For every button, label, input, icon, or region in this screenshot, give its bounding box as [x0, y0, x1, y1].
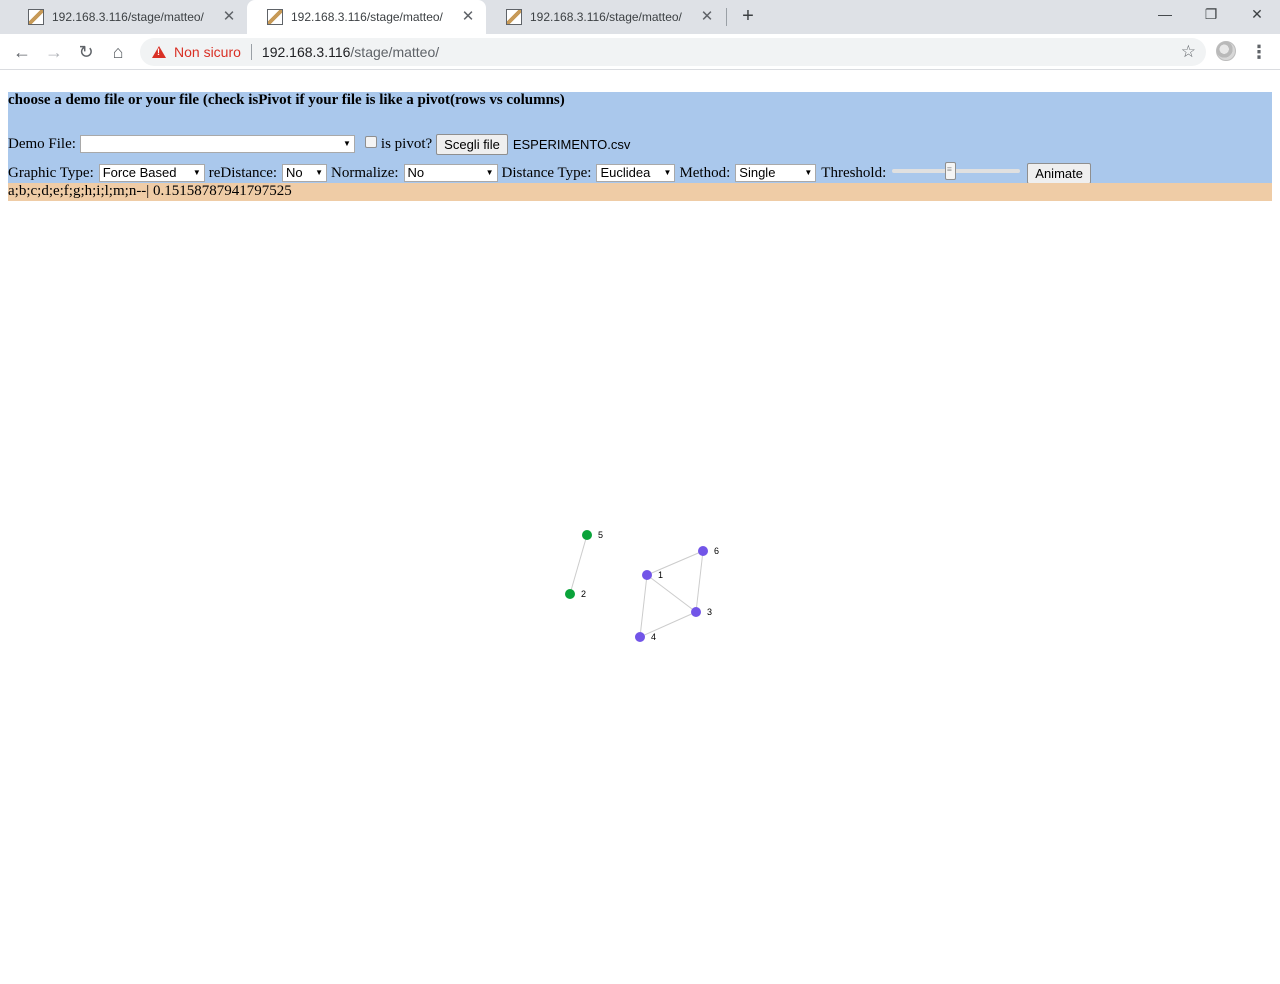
slider-thumb[interactable]: [944, 162, 956, 180]
threshold-label: Threshold:: [821, 164, 887, 181]
graph-link: [569, 534, 588, 595]
reload-icon[interactable]: ↻: [74, 40, 98, 64]
page-favicon-icon: [28, 9, 44, 25]
graphic-type-label: Graphic Type:: [8, 164, 94, 181]
browser-menu-icon[interactable]: ⋮: [1250, 41, 1268, 63]
controls-panel: choose a demo file or your file (check i…: [8, 92, 1272, 184]
close-tab-icon[interactable]: ✕: [460, 9, 476, 25]
graph-node-label: 3: [707, 607, 712, 617]
slider-track: [892, 169, 1021, 173]
threshold-slider[interactable]: [892, 162, 1021, 184]
graph-node[interactable]: [635, 632, 645, 642]
close-tab-icon[interactable]: ✕: [699, 9, 715, 25]
restore-window-icon[interactable]: ❐: [1188, 0, 1234, 30]
is-pivot-checkbox[interactable]: [364, 136, 377, 148]
normalize-label: Normalize:: [331, 164, 399, 181]
page-favicon-icon: [506, 9, 522, 25]
tab-title: 192.168.3.116/stage/matteo/: [530, 10, 682, 24]
options-row: Graphic Type: Force Based reDistance: No…: [8, 162, 1091, 184]
tab-title: 192.168.3.116/stage/matteo/: [52, 10, 204, 24]
omnibox-divider: [250, 44, 252, 60]
redistance-label: reDistance:: [208, 164, 278, 181]
security-status[interactable]: Non sicuro: [174, 44, 241, 60]
graph-node[interactable]: [698, 546, 708, 556]
graph-node-label: 4: [651, 632, 656, 642]
graph-node-label: 5: [598, 530, 603, 540]
distance-type-select[interactable]: Euclidea: [596, 164, 676, 182]
tab-strip: 192.168.3.116/stage/matteo/ ✕ 192.168.3.…: [0, 0, 1280, 34]
close-tab-icon[interactable]: ✕: [221, 9, 237, 25]
graph-link: [695, 550, 704, 613]
graph-node-label: 2: [581, 589, 586, 599]
demo-file-select[interactable]: [79, 135, 355, 153]
home-icon[interactable]: ⌂: [106, 40, 130, 64]
graph-link: [639, 574, 648, 638]
page-favicon-icon: [267, 9, 283, 25]
tab-divider: [726, 8, 727, 26]
chosen-file-name: ESPERIMENTO.csv: [512, 136, 631, 152]
tab-1[interactable]: 192.168.3.116/stage/matteo/ ✕: [8, 0, 247, 34]
url-host: 192.168.3.116: [261, 44, 351, 60]
graph-link: [646, 574, 697, 613]
graph-node[interactable]: [565, 589, 575, 599]
is-pivot-label: is pivot?: [380, 135, 433, 152]
warning-icon: [152, 46, 166, 58]
tab-2[interactable]: 192.168.3.116/stage/matteo/ ✕: [247, 0, 486, 34]
minimize-window-icon[interactable]: —: [1142, 0, 1188, 30]
graph-link: [646, 550, 704, 576]
bookmark-star-icon[interactable]: ☆: [1181, 42, 1196, 62]
browser-toolbar: ← → ↻ ⌂ Non sicuro 192.168.3.116 /stage/…: [0, 34, 1280, 70]
animate-button[interactable]: Animate: [1027, 162, 1091, 184]
address-bar[interactable]: Non sicuro 192.168.3.116 /stage/matteo/ …: [140, 38, 1206, 66]
new-tab-button[interactable]: +: [737, 5, 759, 27]
graph-node-label: 6: [714, 546, 719, 556]
graph-node[interactable]: [691, 607, 701, 617]
distance-type-label: Distance Type:: [501, 164, 592, 181]
method-label: Method:: [679, 164, 731, 181]
forward-icon[interactable]: →: [42, 40, 66, 64]
redistance-select[interactable]: No: [282, 164, 328, 182]
page-heading: choose a demo file or your file (check i…: [8, 92, 565, 108]
file-row: Demo File: is pivot? Scegli file ESPERIM…: [8, 133, 630, 155]
back-icon[interactable]: ←: [10, 40, 34, 64]
profile-avatar-icon[interactable]: [1216, 41, 1236, 61]
graph-link: [639, 611, 697, 638]
tab-title: 192.168.3.116/stage/matteo/: [291, 10, 443, 24]
demo-file-label: Demo File:: [8, 135, 76, 152]
close-window-icon[interactable]: ✕: [1234, 0, 1280, 30]
graph-node[interactable]: [642, 570, 652, 580]
method-select[interactable]: Single: [735, 164, 817, 182]
graphic-type-select[interactable]: Force Based: [98, 164, 205, 182]
graph-node-label: 1: [658, 570, 663, 580]
tab-3[interactable]: 192.168.3.116/stage/matteo/ ✕: [486, 0, 725, 34]
graph-node[interactable]: [582, 530, 592, 540]
result-output: a;b;c;d;e;f;g;h;i;l;m;n--| 0.15158787941…: [8, 183, 1272, 201]
url-path: /stage/matteo/: [350, 44, 440, 60]
choose-file-button[interactable]: Scegli file: [436, 133, 508, 155]
normalize-select[interactable]: No: [403, 164, 498, 182]
